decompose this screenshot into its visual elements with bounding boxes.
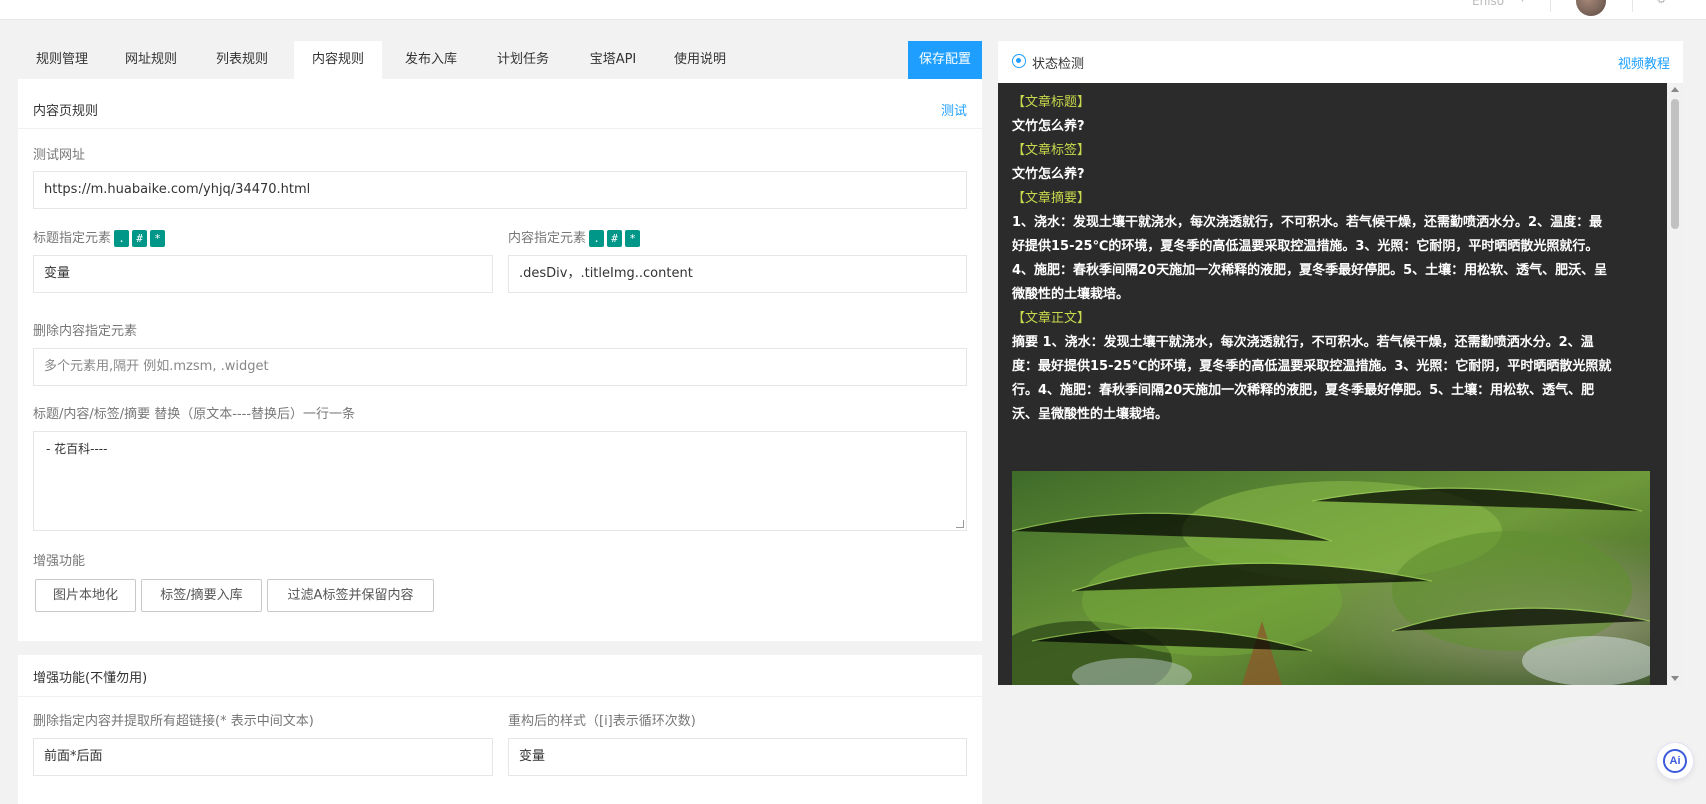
article-image xyxy=(1012,471,1650,685)
tab-baota-api[interactable]: 宝塔API xyxy=(570,41,656,79)
console-text: 微酸性的土壤栽培。 xyxy=(1012,287,1130,302)
console-text-line: 摘要 1、浇水：发现土壤干就浇水，每次浇透就行，不可积水。若气候干燥，还需勤喷洒… xyxy=(1012,331,1652,355)
advanced-card: 增强功能(不懂勿用) 删除指定内容并提取所有超链接(* 表示中间文本) 前面*后… xyxy=(18,655,982,804)
console-text-line: 4、施肥：春秋季间隔20天施加一次稀释的液肥，夏冬季最好停肥。5、土壤：用松软、… xyxy=(1012,259,1652,283)
console-text: 1、浇水：发现土壤干就浇水，每次浇透就行，不可积水。若气候干燥，还需勤喷洒水分。… xyxy=(1012,215,1603,230)
console-tag-line: 【文章标签】 xyxy=(1012,139,1652,163)
replace-textarea-value: - 花百科---- xyxy=(46,442,108,456)
filter-a-tags-button[interactable]: 过滤A标签并保留内容 xyxy=(267,579,434,612)
class-badge[interactable]: . xyxy=(589,230,605,247)
title-element-label: 标题指定元素. # * xyxy=(33,227,166,247)
id-badge[interactable]: # xyxy=(132,230,148,247)
divider xyxy=(1632,0,1633,12)
tab-publish[interactable]: 发布入库 xyxy=(384,41,478,79)
restyle-label: 重构后的样式（[i]表示循环次数) xyxy=(508,714,696,729)
avatar[interactable] xyxy=(1576,0,1606,16)
delete-content-input[interactable]: 前面*后面 xyxy=(33,738,493,776)
console-tag: 【文章正文】 xyxy=(1012,311,1091,326)
save-config-button[interactable]: 保存配置 xyxy=(908,41,982,79)
replace-textarea[interactable]: - 花百科---- xyxy=(33,431,967,531)
card-title: 内容页规则 xyxy=(33,104,99,119)
tags-summary-button[interactable]: 标签/摘要入库 xyxy=(141,579,262,612)
console-text: 文竹怎么养? xyxy=(1012,167,1085,182)
content-rules-card: 规则管理 网址规则 列表规则 内容规则 发布入库 计划任务 宝塔API 使用说明… xyxy=(18,41,982,641)
ai-assistant-button[interactable]: Ai xyxy=(1656,742,1694,780)
console-text-line: 度：最好提供15-25℃的环境，夏冬季的高低温要采取控温措施。3、光照：它耐阴，… xyxy=(1012,355,1652,379)
status-card: 状态检测 视频教程 【文章标题】 文竹怎么养? 【文章标签】 文竹怎么养? 【文章摘要】… xyxy=(998,41,1683,685)
title-element-label-text: 标题指定元素 xyxy=(33,231,112,246)
localize-images-button[interactable]: 图片本地化 xyxy=(35,579,136,612)
wildcard-badge[interactable]: * xyxy=(150,230,166,247)
tab-content-rules[interactable]: 内容规则 xyxy=(294,41,382,79)
tab-url-rules[interactable]: 网址规则 xyxy=(106,41,196,79)
console-text: 度：最好提供15-25℃的环境，夏冬季的高低温要采取控温措施。3、光照：它耐阴，… xyxy=(1012,359,1612,374)
console-text: 行。4、施肥：春秋季间隔20天施加一次稀释的液肥，夏冬季最好停肥。5、土壤：用松… xyxy=(1012,383,1595,398)
console-text-line: 1、浇水：发现土壤干就浇水，每次浇透就行，不可积水。若气候干燥，还需勤喷洒水分。… xyxy=(1012,211,1652,235)
console-text: 沃、呈微酸性的土壤栽培。 xyxy=(1012,407,1169,422)
title-element-input[interactable]: 变量 xyxy=(33,255,493,293)
tab-rule-management[interactable]: 规则管理 xyxy=(18,41,106,79)
delete-content-label: 删除指定内容并提取所有超链接(* 表示中间文本) xyxy=(33,714,314,729)
id-badge[interactable]: # xyxy=(607,230,623,247)
remove-element-label: 删除内容指定元素 xyxy=(33,324,138,339)
console-text: 摘要 1、浇水：发现土壤干就浇水，每次浇透就行，不可积水。若气候干燥，还需勤喷洒… xyxy=(1012,335,1594,350)
console-text-line: 文竹怎么养? xyxy=(1012,163,1652,187)
restyle-input[interactable]: 变量 xyxy=(508,738,967,776)
console-text: 好提供15-25℃的环境，夏冬季的高低温要采取控温措施。3、光照：它耐阴，平时晒… xyxy=(1012,239,1599,254)
remove-element-input[interactable]: 多个元素用,隔开 例如.mzsm, .widget xyxy=(33,348,967,386)
wildcard-badge[interactable]: * xyxy=(625,230,641,247)
top-bar: Eniso ▾ ⚙ xyxy=(0,0,1706,20)
tab-bar: 规则管理 网址规则 列表规则 内容规则 发布入库 计划任务 宝塔API 使用说明… xyxy=(18,41,982,79)
scroll-up-icon[interactable] xyxy=(1671,87,1679,92)
test-url-label: 测试网址 xyxy=(33,148,86,163)
test-link[interactable]: 测试 xyxy=(941,100,967,119)
card-header: 增强功能(不懂勿用) xyxy=(18,655,982,697)
test-url-input[interactable]: https://m.huabaike.com/yhjq/34470.html xyxy=(33,171,967,209)
console-tag: 【文章标签】 xyxy=(1012,143,1091,158)
scroll-thumb[interactable] xyxy=(1671,99,1679,229)
tab-list-rules[interactable]: 列表规则 xyxy=(196,41,288,79)
status-header: 状态检测 视频教程 xyxy=(998,41,1683,83)
video-tutorial-link[interactable]: 视频教程 xyxy=(1618,53,1670,72)
content-element-input[interactable]: .desDiv，.titleImg..content xyxy=(508,255,967,293)
console-tag-line: 【文章摘要】 xyxy=(1012,187,1652,211)
settings-icon[interactable]: ⚙ xyxy=(1656,0,1667,6)
console-text: 4、施肥：春秋季间隔20天施加一次稀释的液肥，夏冬季最好停肥。5、土壤：用松软、… xyxy=(1012,263,1608,278)
tab-instructions[interactable]: 使用说明 xyxy=(656,41,744,79)
console-text: 文竹怎么养? xyxy=(1012,119,1085,134)
card-title: 增强功能(不懂勿用) xyxy=(33,671,148,686)
tab-scheduled-tasks[interactable]: 计划任务 xyxy=(478,41,568,79)
console-tag-line: 【文章正文】 xyxy=(1012,307,1652,331)
status-title: 状态检测 xyxy=(1032,57,1085,72)
console-text-line: 好提供15-25℃的环境，夏冬季的高低温要采取控温措施。3、光照：它耐阴，平时晒… xyxy=(1012,235,1652,259)
status-console[interactable]: 【文章标题】 文竹怎么养? 【文章标签】 文竹怎么养? 【文章摘要】 1、浇水：发现土壤干… xyxy=(998,83,1683,685)
scroll-down-icon[interactable] xyxy=(1671,676,1679,681)
console-text-line: 文竹怎么养? xyxy=(1012,115,1652,139)
divider xyxy=(1550,0,1551,12)
enhance-label: 增强功能 xyxy=(33,554,86,569)
replace-label: 标题/内容/标签/摘要 替换（原文本----替换后）一行一条 xyxy=(33,407,356,422)
resize-handle-icon[interactable] xyxy=(956,520,964,528)
content-element-label: 内容指定元素. # * xyxy=(508,227,641,247)
console-text-line: 行。4、施肥：春秋季间隔20天施加一次稀释的液肥，夏冬季最好停肥。5、土壤：用松… xyxy=(1012,379,1652,403)
content-element-label-text: 内容指定元素 xyxy=(508,231,587,246)
truncated-label: ... xyxy=(33,797,45,804)
console-scrollbar[interactable] xyxy=(1667,83,1683,685)
console-tag-line: 【文章标题】 xyxy=(1012,91,1652,115)
console-text-line: 微酸性的土壤栽培。 xyxy=(1012,283,1652,307)
target-icon xyxy=(1012,54,1026,68)
console-text-line: 沃、呈微酸性的土壤栽培。 xyxy=(1012,403,1652,427)
caret-down-icon[interactable]: ▾ xyxy=(1520,0,1525,5)
class-badge[interactable]: . xyxy=(114,230,130,247)
username[interactable]: Eniso xyxy=(1472,0,1504,8)
card-header: 内容页规则 测试 xyxy=(18,87,982,129)
console-tag: 【文章标题】 xyxy=(1012,95,1091,110)
console-tag: 【文章摘要】 xyxy=(1012,191,1091,206)
ai-icon: Ai xyxy=(1663,749,1687,773)
